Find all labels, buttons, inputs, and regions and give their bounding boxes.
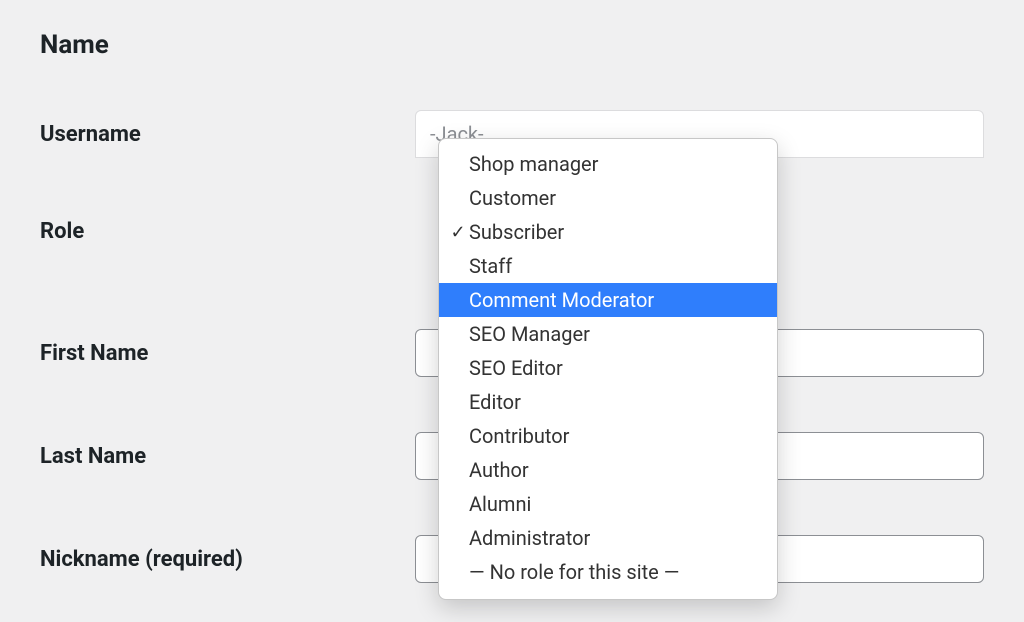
role-option[interactable]: Administrator	[439, 521, 777, 555]
role-option-label: SEO Manager	[469, 319, 590, 349]
role-option[interactable]: Contributor	[439, 419, 777, 453]
role-dropdown[interactable]: Shop managerCustomer✓SubscriberStaffComm…	[438, 138, 778, 600]
role-option-label: Comment Moderator	[469, 285, 654, 315]
role-option[interactable]: SEO Editor	[439, 351, 777, 385]
role-option-label: Administrator	[469, 523, 590, 553]
role-option[interactable]: Author	[439, 453, 777, 487]
role-label: Role	[40, 213, 415, 244]
role-option-label: Subscriber	[469, 217, 564, 247]
role-option-label: — No role for this site —	[469, 557, 679, 587]
role-option-label: Alumni	[469, 489, 531, 519]
role-option-label: Staff	[469, 251, 512, 281]
check-icon: ✓	[447, 219, 469, 246]
role-option[interactable]: Editor	[439, 385, 777, 419]
role-option[interactable]: Customer	[439, 181, 777, 215]
first-name-label: First Name	[40, 341, 415, 366]
last-name-label: Last Name	[40, 444, 415, 469]
role-option[interactable]: Staff	[439, 249, 777, 283]
role-option-label: Contributor	[469, 421, 569, 451]
section-heading: Name	[40, 30, 984, 60]
role-option[interactable]: SEO Manager	[439, 317, 777, 351]
role-option[interactable]: Shop manager	[439, 147, 777, 181]
nickname-label: Nickname (required)	[40, 547, 415, 572]
role-option-label: Customer	[469, 183, 556, 213]
role-option[interactable]: Alumni	[439, 487, 777, 521]
role-option-label: SEO Editor	[469, 353, 563, 383]
role-option-label: Author	[469, 455, 529, 485]
role-option[interactable]: ✓Subscriber	[439, 215, 777, 249]
role-row: Role Shop managerCustomer✓SubscriberStaf…	[40, 213, 984, 244]
role-option-label: Editor	[469, 387, 521, 417]
role-option-label: Shop manager	[469, 149, 598, 179]
role-option[interactable]: — No role for this site —	[439, 555, 777, 589]
username-label: Username	[40, 122, 415, 147]
role-option[interactable]: Comment Moderator	[439, 283, 777, 317]
